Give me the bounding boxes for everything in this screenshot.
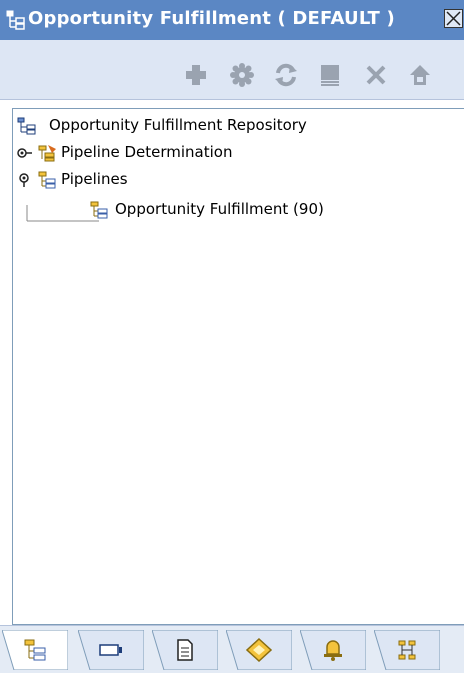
expand-icon[interactable] xyxy=(17,146,33,160)
tree-item-label: Pipelines xyxy=(61,170,128,188)
screen-icon xyxy=(99,644,122,656)
gear-icon[interactable] xyxy=(230,63,254,87)
services-icon xyxy=(398,640,416,660)
tree-root-label: Opportunity Fulfillment Repository xyxy=(49,116,307,134)
close-button[interactable] xyxy=(444,9,463,28)
bell-icon xyxy=(324,640,342,661)
save-icon[interactable] xyxy=(318,63,342,87)
repository-icon xyxy=(6,10,25,30)
close-icon xyxy=(446,11,461,26)
tab-screen[interactable] xyxy=(78,630,144,670)
pipeline-icon xyxy=(90,201,108,219)
tree-panel: Opportunity Fulfillment Repository Pipel… xyxy=(12,108,464,625)
refresh-icon[interactable] xyxy=(274,63,298,87)
tab-pipelines[interactable] xyxy=(2,630,68,670)
delete-icon[interactable] xyxy=(364,63,388,87)
window-title: Opportunity Fulfillment ( DEFAULT ) xyxy=(28,8,395,29)
collapse-icon[interactable] xyxy=(17,173,33,187)
tab-strip xyxy=(0,625,464,673)
pipelines-icon xyxy=(24,639,46,661)
tab-services[interactable] xyxy=(374,630,440,670)
plus-icon[interactable] xyxy=(184,63,208,87)
diamond-icon xyxy=(246,638,272,662)
tab-alert[interactable] xyxy=(300,630,366,670)
tab-document[interactable] xyxy=(152,630,218,670)
pipelines-icon xyxy=(38,171,56,189)
title-bar: Opportunity Fulfillment ( DEFAULT ) xyxy=(0,0,464,40)
tree-item-label: Pipeline Determination xyxy=(61,143,233,161)
repository-icon xyxy=(17,117,36,135)
pipeline-determination-icon xyxy=(38,145,56,162)
toolbar xyxy=(0,40,464,100)
export-icon[interactable] xyxy=(408,63,432,87)
tab-condition[interactable] xyxy=(226,630,292,670)
tree-item-label: Opportunity Fulfillment (90) xyxy=(115,200,324,218)
document-icon xyxy=(177,639,193,661)
